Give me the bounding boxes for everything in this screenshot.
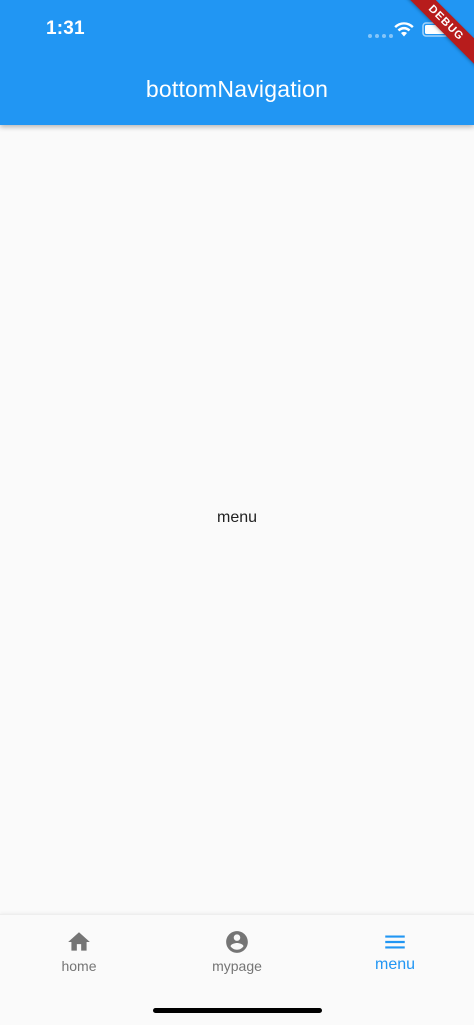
account-circle-icon [226,931,248,953]
nav-item-mypage[interactable]: mypage [158,915,316,985]
page-content-text: menu [216,508,258,526]
status-time: 1:31 [46,18,85,39]
nav-item-home[interactable]: home [0,915,158,985]
home-indicator[interactable] [153,1008,322,1013]
home-icon [68,932,90,951]
menu-icon [385,935,405,949]
nav-item-label: mypage [212,958,262,974]
page-body: menu [0,125,474,914]
nav-item-menu[interactable]: menu [316,915,474,985]
debug-banner: DEBUG [394,0,474,80]
nav-item-label: home [61,958,97,974]
nav-item-label: menu [374,956,416,973]
debug-banner-label: DEBUG [397,0,474,72]
cellular-signal-icon [368,34,393,38]
app-screen: 1:31 bottomNavigation DEBUG menu home my… [0,0,474,1025]
app-bar-title: bottomNavigation [145,76,329,102]
